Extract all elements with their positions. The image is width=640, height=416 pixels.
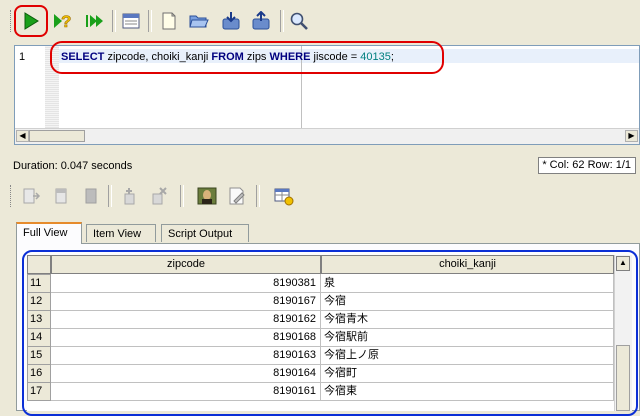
export-icon — [23, 188, 41, 204]
delete-row-button[interactable] — [146, 184, 172, 208]
grid-settings-icon — [274, 188, 294, 206]
new-file-button[interactable] — [156, 9, 182, 33]
toolbar-grip[interactable] — [10, 185, 14, 207]
run-script-button[interactable] — [82, 9, 108, 33]
insert-row-button[interactable] — [116, 184, 142, 208]
save-icon — [252, 11, 270, 30]
run-button-highlight — [14, 5, 48, 37]
load-icon — [222, 12, 240, 30]
edit-icon — [229, 187, 245, 205]
search-icon — [290, 12, 308, 30]
toolbar-separator — [280, 10, 284, 32]
modified-marker: * — [542, 159, 547, 171]
new-file-icon — [162, 12, 176, 30]
svg-text:?: ? — [61, 12, 71, 31]
grid-settings-button[interactable] — [270, 184, 296, 208]
first-record-button[interactable] — [48, 184, 74, 208]
line-number-gutter: 1 — [15, 46, 46, 130]
export-button[interactable] — [18, 184, 44, 208]
save-button[interactable] — [248, 9, 274, 33]
toolbar-separator — [112, 10, 116, 32]
last-record-button[interactable] — [78, 184, 104, 208]
load-button[interactable] — [218, 9, 244, 33]
editor-horizontal-scrollbar[interactable]: ◀ ▶ — [15, 128, 639, 144]
run-script-icon — [86, 15, 103, 27]
picture-icon — [197, 187, 217, 205]
explain-icon: ? — [54, 12, 72, 31]
edit-button[interactable] — [224, 184, 250, 208]
query-duration: Duration: 0.047 seconds — [13, 160, 133, 172]
toolbar-separator — [180, 185, 184, 207]
open-folder-button[interactable] — [186, 9, 212, 33]
sql-highlight — [50, 41, 444, 74]
toolbar-separator — [148, 10, 152, 32]
results-window-icon — [122, 13, 140, 29]
status-bar: Duration: 0.047 seconds * Col: 62 Row: 1… — [0, 155, 640, 177]
results-window-button[interactable] — [118, 9, 144, 33]
line-number: 1 — [19, 51, 26, 63]
open-folder-icon — [189, 15, 209, 28]
cursor-position-text: Col: 62 Row: 1/1 — [549, 159, 631, 171]
explain-button[interactable]: ? — [50, 9, 76, 33]
main-toolbar: ? — [0, 6, 330, 36]
toolbar-separator — [108, 185, 112, 207]
picture-button[interactable] — [194, 184, 220, 208]
search-button[interactable] — [286, 9, 312, 33]
scroll-right-icon[interactable]: ▶ — [625, 130, 638, 142]
results-toolbar — [0, 181, 310, 211]
tab-full-view[interactable]: Full View — [16, 222, 82, 244]
insert-row-icon — [124, 188, 135, 205]
delete-row-icon — [152, 187, 167, 205]
scroll-left-icon[interactable]: ◀ — [16, 130, 29, 142]
last-record-icon — [85, 188, 97, 204]
toolbar-separator — [256, 185, 260, 207]
first-record-icon — [55, 188, 67, 204]
scroll-thumb[interactable] — [29, 130, 85, 142]
cursor-position: * Col: 62 Row: 1/1 — [538, 157, 636, 174]
tab-item-view[interactable]: Item View — [86, 224, 156, 242]
results-highlight — [22, 250, 638, 416]
tab-script-output[interactable]: Script Output — [161, 224, 249, 242]
